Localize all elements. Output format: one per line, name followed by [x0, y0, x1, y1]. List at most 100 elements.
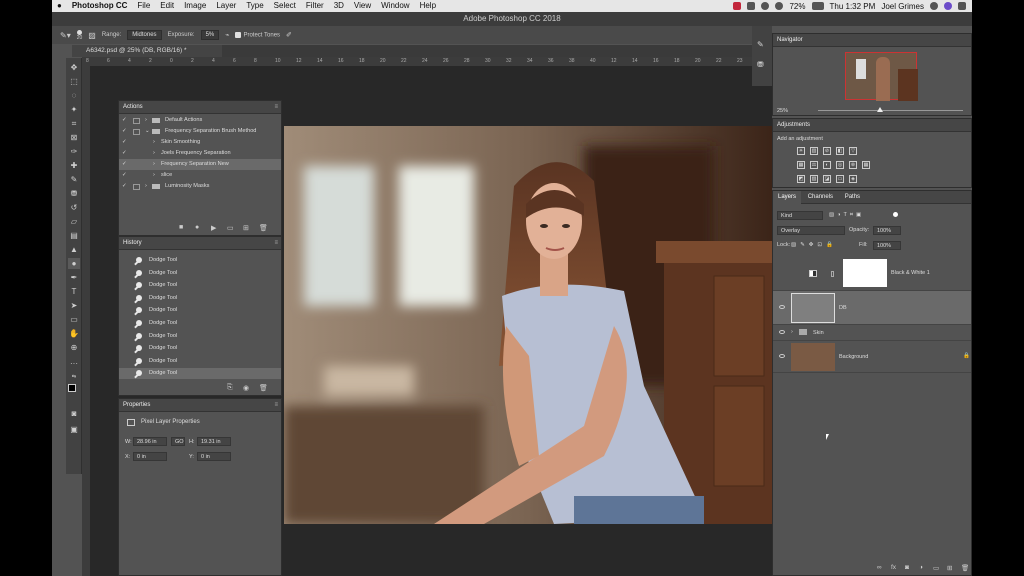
- action-item[interactable]: ✓ › Default Actions: [119, 115, 281, 126]
- frame-tool-icon[interactable]: ⊠: [68, 132, 80, 143]
- gradient-map-icon[interactable]: ▭: [836, 175, 844, 183]
- mask-link-icon[interactable]: [831, 271, 834, 277]
- status-app-icon[interactable]: [733, 2, 742, 10]
- brightness-icon[interactable]: ☀: [797, 147, 805, 155]
- x-input[interactable]: 0 in: [133, 452, 167, 461]
- layer-filter-icons[interactable]: ▨◑T⌗▣: [829, 212, 864, 219]
- posterize-icon[interactable]: ▨: [810, 175, 818, 183]
- photo-filter-icon[interactable]: ◎: [836, 161, 844, 169]
- action-enabled-check-icon[interactable]: ✓: [122, 115, 128, 126]
- menu-window[interactable]: Window: [376, 0, 414, 12]
- expand-triangle-icon[interactable]: ›: [153, 137, 155, 148]
- layer-thumbnail[interactable]: [791, 343, 835, 371]
- vibrance-icon[interactable]: ▽: [849, 147, 857, 155]
- layer-name[interactable]: DB: [839, 305, 847, 311]
- dialog-toggle-icon[interactable]: [133, 118, 140, 124]
- clone-stamp-icon[interactable]: ⛃: [68, 188, 80, 199]
- wifi-icon[interactable]: [775, 2, 784, 10]
- history-state[interactable]: Dodge Tool: [119, 255, 281, 266]
- menu-filter[interactable]: Filter: [301, 0, 329, 12]
- panel-menu-icon[interactable]: ≡: [274, 237, 278, 250]
- pen-tool-icon[interactable]: ✒: [68, 272, 80, 283]
- hue-saturation-icon[interactable]: ▦: [797, 161, 805, 169]
- menu-3d[interactable]: 3D: [329, 0, 349, 12]
- menubar-clock[interactable]: Thu 1:32 PM: [830, 2, 876, 11]
- lasso-tool-icon[interactable]: ◌: [68, 90, 80, 101]
- layer-mask-thumbnail[interactable]: [843, 259, 887, 287]
- dialog-toggle-icon[interactable]: [133, 129, 140, 135]
- menubar-user[interactable]: Joel Grimes: [881, 2, 924, 11]
- action-item[interactable]: ✓ › Skin Smoothing: [119, 137, 281, 148]
- tab-paths[interactable]: Paths: [840, 191, 865, 204]
- exposure-input[interactable]: 5%: [200, 30, 220, 40]
- navigator-title[interactable]: Navigator: [777, 37, 803, 43]
- lock-icons[interactable]: ▨✎✥⊡🔒: [791, 242, 837, 248]
- brush-settings-icon[interactable]: ▨: [88, 31, 96, 40]
- status-grid-icon[interactable]: [747, 2, 756, 10]
- action-enabled-check-icon[interactable]: ✓: [122, 148, 128, 159]
- layer-row-black-white[interactable]: Black & White 1: [773, 255, 971, 291]
- tab-channels[interactable]: Channels: [803, 191, 838, 204]
- layer-filter-kind[interactable]: Kind: [777, 211, 823, 220]
- status-clock-icon[interactable]: [761, 2, 770, 10]
- screen-mode-icon[interactable]: ▣: [68, 424, 80, 435]
- channel-mixer-icon[interactable]: ⊛: [849, 161, 857, 169]
- action-item[interactable]: ✓ › Frequency Separation New: [119, 159, 281, 170]
- layer-name[interactable]: Skin: [813, 330, 824, 336]
- menu-file[interactable]: File: [132, 0, 155, 12]
- menu-help[interactable]: Help: [415, 0, 441, 12]
- trash-icon[interactable]: 🗑: [259, 384, 268, 392]
- navigator-zoom[interactable]: 25%: [777, 108, 788, 114]
- navigator-preview[interactable]: [845, 52, 918, 101]
- menu-view[interactable]: View: [349, 0, 376, 12]
- zoom-slider-thumb[interactable]: [877, 107, 883, 112]
- history-state[interactable]: Dodge Tool: [119, 318, 281, 329]
- dodge-tool-icon[interactable]: ●: [68, 258, 80, 269]
- document-canvas[interactable]: [284, 126, 772, 524]
- opacity-input[interactable]: 100%: [873, 226, 901, 235]
- dodge-tool-preset-icon[interactable]: ✎▾: [60, 31, 71, 40]
- menu-edit[interactable]: Edit: [155, 0, 179, 12]
- pressure-icon[interactable]: ✐: [286, 31, 292, 39]
- layer-row-background[interactable]: Background 🔒: [773, 341, 971, 373]
- new-set-icon[interactable]: ▭: [227, 224, 234, 232]
- expand-triangle-icon[interactable]: ›: [145, 115, 147, 126]
- blend-mode-select[interactable]: Overlay: [777, 226, 845, 235]
- brush-tool-icon[interactable]: ✎: [68, 174, 80, 185]
- history-title[interactable]: History: [123, 240, 142, 246]
- history-state[interactable]: Dodge Tool: [119, 343, 281, 354]
- expand-triangle-icon[interactable]: ›: [153, 148, 155, 159]
- action-enabled-check-icon[interactable]: ✓: [122, 170, 128, 181]
- filter-toggle-icon[interactable]: [893, 212, 898, 217]
- visibility-eye-icon[interactable]: [779, 354, 785, 358]
- menu-layer[interactable]: Layer: [211, 0, 241, 12]
- new-action-icon[interactable]: ⊞: [243, 224, 249, 232]
- black-white-icon[interactable]: ◐: [823, 161, 831, 169]
- height-input[interactable]: 19.31 in: [197, 437, 231, 446]
- levels-icon[interactable]: ▥: [810, 147, 818, 155]
- stop-icon[interactable]: ■: [179, 224, 183, 231]
- dialog-toggle-icon[interactable]: [133, 184, 140, 190]
- layer-name[interactable]: Background: [839, 354, 868, 360]
- menu-select[interactable]: Select: [269, 0, 301, 12]
- history-state[interactable]: Dodge Tool: [119, 305, 281, 316]
- expand-triangle-icon[interactable]: ›: [153, 170, 155, 181]
- history-state[interactable]: Dodge Tool: [119, 293, 281, 304]
- invert-icon[interactable]: ◩: [797, 175, 805, 183]
- link-dimensions-button[interactable]: GO: [171, 437, 185, 446]
- type-tool-icon[interactable]: T: [68, 286, 80, 297]
- menu-list-icon[interactable]: [958, 2, 966, 10]
- play-icon[interactable]: ▶: [211, 224, 216, 232]
- expand-triangle-icon[interactable]: ⌄: [145, 126, 150, 137]
- clone-source-icon[interactable]: ⛃: [757, 60, 764, 69]
- new-layer-icon[interactable]: ⊞: [947, 564, 952, 572]
- tab-layers[interactable]: Layers: [773, 191, 802, 204]
- threshold-icon[interactable]: ◪: [823, 175, 831, 183]
- document-tab[interactable]: A6342.psd @ 25% (DB, RGB/16) *: [72, 45, 222, 57]
- new-adjustment-icon[interactable]: ◑: [919, 564, 923, 571]
- layer-name[interactable]: Black & White 1: [891, 270, 930, 276]
- snapshot-camera-icon[interactable]: ◉: [243, 384, 249, 392]
- record-icon[interactable]: ●: [195, 224, 199, 231]
- swap-colors-icon[interactable]: ⇆: [68, 372, 80, 383]
- visibility-eye-icon[interactable]: [779, 305, 785, 309]
